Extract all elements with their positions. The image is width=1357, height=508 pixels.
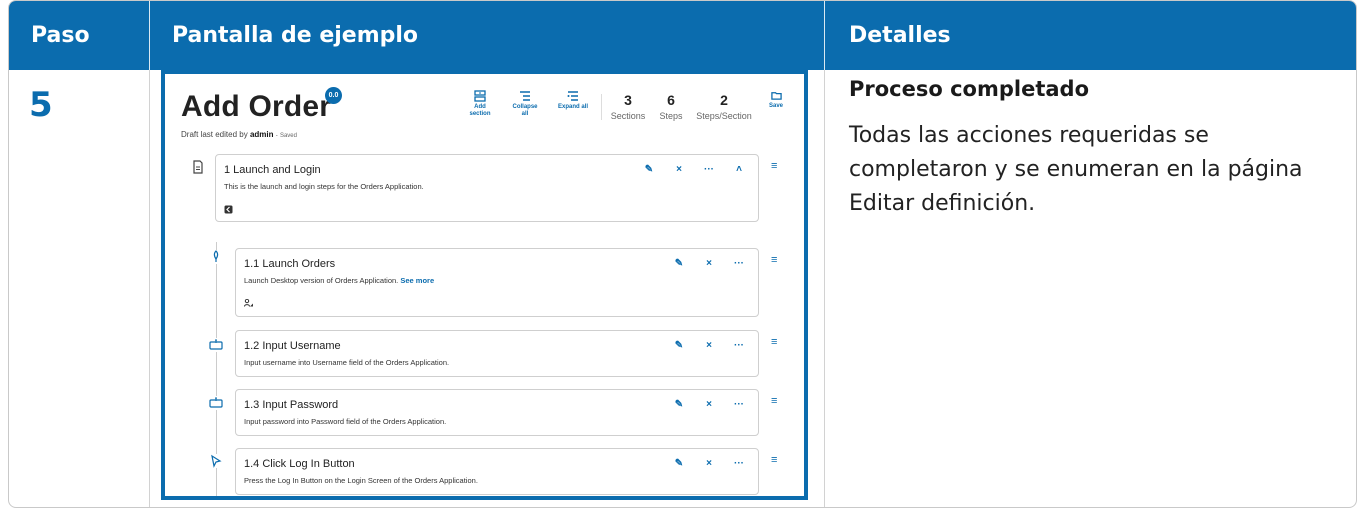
expand-all-button[interactable]: Expand all bbox=[553, 90, 593, 111]
step-title: 1.3 Input Password bbox=[244, 399, 339, 411]
folder-icon bbox=[770, 92, 782, 100]
document-icon bbox=[193, 160, 203, 174]
save-label: Save bbox=[768, 103, 783, 109]
example-screenshot: Add Order 0.0 Draft last edited by admin… bbox=[161, 70, 808, 500]
step-number: 5 bbox=[29, 85, 53, 125]
draft-user: admin bbox=[249, 130, 274, 139]
step-actions: ✎ × ··· bbox=[674, 399, 744, 410]
header-divider bbox=[824, 1, 825, 70]
toolbar-divider bbox=[601, 94, 602, 120]
step-card[interactable]: 1.3 Input Password Input password into P… bbox=[235, 389, 759, 436]
step-actions: ✎ × ··· bbox=[674, 340, 744, 351]
step-description: Input password into Password field of th… bbox=[244, 417, 447, 426]
collapse-all-icon bbox=[520, 91, 530, 101]
step-card[interactable]: 1.1 Launch Orders Launch Desktop version… bbox=[235, 248, 759, 317]
details-body: Todas las acciones requeridas se complet… bbox=[849, 123, 1303, 216]
edit-icon[interactable]: ✎ bbox=[674, 340, 684, 351]
step-title: 1.4 Click Log In Button bbox=[244, 458, 355, 470]
expand-all-icon bbox=[567, 91, 578, 101]
more-icon[interactable]: ··· bbox=[734, 258, 744, 269]
steps-per-section-stat: 2 Steps/Section bbox=[696, 92, 752, 121]
steps-stat: 6 Steps bbox=[659, 92, 683, 121]
more-icon[interactable]: ··· bbox=[734, 399, 744, 410]
column-divider bbox=[149, 70, 150, 507]
step-description: Input username into Username field of th… bbox=[244, 358, 450, 367]
drag-handle-icon[interactable]: ≡ bbox=[771, 454, 777, 466]
expand-all-label: Expand all bbox=[557, 104, 588, 110]
drag-handle-icon[interactable]: ≡ bbox=[771, 254, 777, 266]
drag-handle-icon[interactable]: ≡ bbox=[771, 395, 777, 407]
header-pantalla: Pantalla de ejemplo bbox=[172, 23, 419, 48]
more-icon[interactable]: ··· bbox=[704, 164, 714, 175]
draft-prefix: Draft last edited by bbox=[181, 130, 248, 139]
edit-icon[interactable]: ✎ bbox=[674, 458, 684, 469]
section-card[interactable]: 1 Launch and Login This is the launch an… bbox=[215, 154, 759, 222]
delete-icon[interactable]: × bbox=[704, 340, 714, 351]
click-icon bbox=[209, 454, 223, 468]
step-title: 1.2 Input Username bbox=[244, 340, 341, 352]
step-card[interactable]: 1.4 Click Log In Button Press the Log In… bbox=[235, 448, 759, 495]
delete-icon[interactable]: × bbox=[704, 458, 714, 469]
add-section-button[interactable]: Add section bbox=[465, 90, 495, 118]
add-section-icon bbox=[474, 90, 486, 102]
input-icon bbox=[209, 338, 223, 352]
page-title: Add Order bbox=[181, 90, 332, 123]
header-divider bbox=[149, 1, 150, 70]
step-actions: ✎ × ··· bbox=[674, 258, 744, 269]
delete-icon[interactable]: × bbox=[674, 164, 684, 175]
see-more-link[interactable]: See more bbox=[400, 276, 434, 285]
delete-icon[interactable]: × bbox=[704, 399, 714, 410]
step-card[interactable]: 1.2 Input Username Input username into U… bbox=[235, 330, 759, 377]
users-icon bbox=[244, 299, 253, 307]
add-section-label: Add section bbox=[469, 104, 491, 117]
save-button[interactable]: Save bbox=[763, 90, 789, 110]
section-actions: ✎ × ··· ˄ bbox=[644, 164, 744, 175]
details-title: Proceso completado bbox=[849, 77, 1090, 101]
input-icon bbox=[209, 396, 223, 410]
chevron-up-icon[interactable]: ˄ bbox=[734, 164, 744, 175]
collapse-all-label: Collapse all bbox=[512, 104, 538, 117]
step-description: Launch Desktop version of Orders Applica… bbox=[244, 276, 435, 285]
section-description: This is the launch and login steps for t… bbox=[224, 182, 424, 191]
more-icon[interactable]: ··· bbox=[734, 458, 744, 469]
header-paso: Paso bbox=[31, 23, 90, 48]
drag-handle-icon[interactable]: ≡ bbox=[771, 160, 777, 172]
header-detalles: Detalles bbox=[849, 23, 951, 48]
launch-icon bbox=[209, 250, 223, 264]
step-title: 1.1 Launch Orders bbox=[244, 258, 336, 270]
step-actions: ✎ × ··· bbox=[674, 458, 744, 469]
saved-status: Saved bbox=[279, 133, 297, 139]
step-description: Press the Log In Button on the Login Scr… bbox=[244, 476, 478, 485]
draft-status-line: Draft last edited by admin - Saved bbox=[181, 130, 297, 139]
section-title: 1 Launch and Login bbox=[224, 164, 321, 176]
instruction-table: Paso Pantalla de ejemplo Detalles 5 Proc… bbox=[8, 0, 1357, 508]
table-header: Paso Pantalla de ejemplo Detalles bbox=[9, 1, 1356, 70]
column-divider bbox=[824, 70, 825, 507]
draft-separator: - bbox=[275, 133, 278, 139]
delete-icon[interactable]: × bbox=[704, 258, 714, 269]
version-badge: 0.0 bbox=[325, 87, 342, 104]
sections-stat: 3 Sections bbox=[610, 92, 646, 121]
edit-icon[interactable]: ✎ bbox=[644, 164, 654, 175]
more-icon[interactable]: ··· bbox=[734, 340, 744, 351]
section-type-icon bbox=[224, 205, 233, 214]
drag-handle-icon[interactable]: ≡ bbox=[771, 336, 777, 348]
edit-icon[interactable]: ✎ bbox=[674, 399, 684, 410]
collapse-all-button[interactable]: Collapse all bbox=[509, 90, 541, 118]
edit-icon[interactable]: ✎ bbox=[674, 258, 684, 269]
